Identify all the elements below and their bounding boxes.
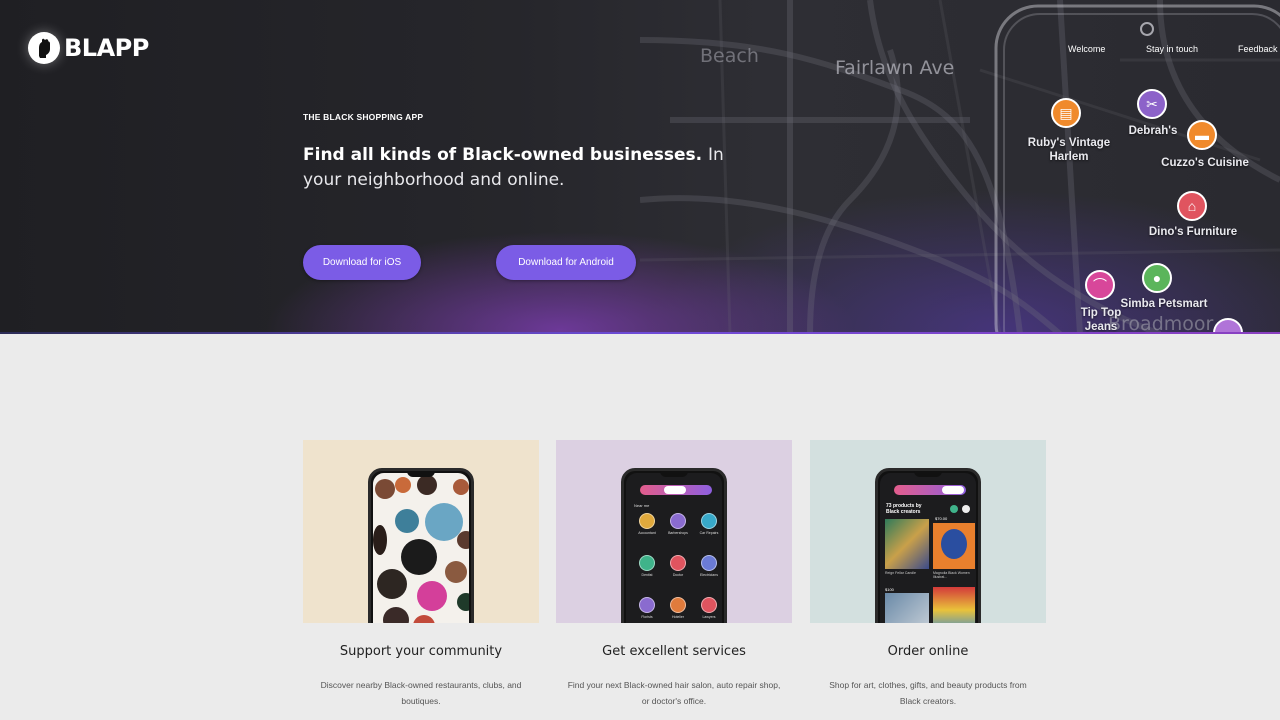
download-ios-button[interactable]: Download for iOS: [303, 245, 421, 280]
hero-headline-bold: Find all kinds of Black-owned businesses…: [303, 145, 703, 165]
download-android-button[interactable]: Download for Android: [496, 245, 636, 280]
brand-name: BLAPP: [64, 34, 149, 62]
hero-eyebrow: THE BLACK SHOPPING APP: [303, 112, 424, 122]
service-label: Barbershops: [668, 531, 688, 535]
feature-card-services: Near me Accountant Barbershops Car Repairs…: [556, 440, 792, 709]
feature-card-online: 73 products by Black creators $70.00 Rei…: [810, 440, 1046, 709]
search-icon: [962, 505, 970, 513]
segmented-tabs: [640, 485, 712, 495]
service-icon: [701, 513, 717, 529]
feature-description: Discover nearby Black-owned restaurants,…: [320, 680, 522, 706]
pin-label-line: Tip Top: [1080, 307, 1122, 319]
service-tile: Hotelier: [665, 597, 691, 619]
service-label: Dentist: [641, 573, 653, 577]
service-label: Accountant: [638, 531, 656, 535]
raised-fist-icon: [28, 32, 60, 64]
hair-dryer-icon[interactable]: ✂: [1137, 89, 1167, 119]
phone-mockup: [368, 468, 474, 623]
feature-title: Get excellent services: [602, 644, 746, 659]
service-tile: Electricians: [696, 555, 722, 577]
service-label: Doctor: [672, 573, 684, 577]
products-header: 73 products by Black creators: [886, 503, 922, 515]
filter-icon: [950, 505, 958, 513]
product-art-image: [885, 519, 929, 569]
feature-image: 73 products by Black creators $70.00 Rei…: [810, 440, 1046, 623]
product-art-image: [933, 523, 975, 569]
service-icon: [670, 513, 686, 529]
food-icon[interactable]: ▬: [1187, 120, 1217, 150]
storefront-icon[interactable]: ▤: [1051, 98, 1081, 128]
service-icon: [639, 555, 655, 571]
community-photo-collage: [373, 473, 469, 623]
feature-title: Order online: [887, 644, 969, 659]
service-icon: [670, 597, 686, 613]
pin-label-line: Harlem: [1049, 151, 1089, 163]
service-icon: [639, 597, 655, 613]
map-pin-label: Cuzzo's Cuisine: [1161, 157, 1249, 169]
feature-image: Near me Accountant Barbershops Car Repairs…: [556, 440, 792, 623]
map-pin-label: Simba Petsmart: [1120, 298, 1208, 310]
products-screen: 73 products by Black creators $70.00 Rei…: [880, 473, 976, 623]
hero-headline: Find all kinds of Black-owned businesses…: [303, 143, 763, 193]
map-pin-label: Ruby's Vintage Harlem: [1026, 136, 1112, 164]
feature-description: Find your next Black-owned hair salon, a…: [567, 680, 781, 706]
service-tile: Car Repairs: [696, 513, 722, 535]
segmented-tabs: [894, 485, 966, 495]
map-pin-label: Debrah's: [1128, 125, 1178, 137]
brand-logo[interactable]: BLAPP: [28, 32, 149, 64]
service-label: Florists: [641, 615, 653, 619]
product-price: $100: [885, 587, 894, 592]
service-tile: Doctor: [665, 555, 691, 577]
service-tile: Florists: [634, 597, 660, 619]
map-pin-label: Tip Top Jeans: [1072, 306, 1130, 334]
services-header: Near me: [634, 503, 650, 508]
map-street-label: Beach: [700, 45, 759, 67]
feature-description: Shop for art, clothes, gifts, and beauty…: [829, 680, 1027, 706]
top-nav: Welcome Stay in touch Feedback: [1030, 44, 1280, 58]
service-label: Lawyers: [702, 615, 716, 619]
service-tile: Barbershops: [665, 513, 691, 535]
service-icon: [701, 555, 717, 571]
service-tile: Accountant: [634, 513, 660, 535]
hero-section: Beach Fairlawn Ave Broadmoor BLAPP Welco…: [0, 0, 1280, 334]
nav-feedback-link[interactable]: Feedback: [1238, 44, 1278, 54]
nav-stay-in-touch-link[interactable]: Stay in touch: [1146, 44, 1198, 54]
product-art-image: [885, 593, 929, 623]
service-icon: [639, 513, 655, 529]
product-caption: Magnolia Black Women Illustrat...: [933, 571, 970, 579]
home-icon[interactable]: ⌂: [1177, 191, 1207, 221]
phone-mockup: Near me Accountant Barbershops Car Repairs…: [621, 468, 727, 623]
service-tile: Dentist: [634, 555, 660, 577]
service-icon: [701, 597, 717, 613]
phone-mockup: 73 products by Black creators $70.00 Rei…: [875, 468, 981, 623]
nav-welcome-link[interactable]: Welcome: [1068, 44, 1105, 54]
feature-card-community: Support your community Discover nearby B…: [303, 440, 539, 709]
product-price: $70.00: [935, 516, 948, 521]
pin-label-line: Ruby's Vintage: [1027, 137, 1111, 149]
pin-label-line: Jeans: [1084, 321, 1118, 333]
service-label: Car Repairs: [699, 531, 719, 535]
dog-icon[interactable]: ●: [1142, 263, 1172, 293]
service-tile: Lawyers: [696, 597, 722, 619]
hanger-icon[interactable]: ⌒: [1085, 270, 1115, 300]
product-art-image: [933, 587, 975, 623]
feature-image: [303, 440, 539, 623]
product-caption: Reign Fellar Candle: [885, 571, 916, 575]
service-icon: [670, 555, 686, 571]
services-screen: Near me Accountant Barbershops Car Repairs…: [626, 473, 722, 623]
feature-title: Support your community: [339, 644, 503, 659]
service-label: Electricians: [700, 573, 718, 577]
map-pin-label: Dino's Furniture: [1148, 226, 1238, 238]
map-street-label: Fairlawn Ave: [835, 57, 955, 79]
service-label: Hotelier: [671, 615, 685, 619]
